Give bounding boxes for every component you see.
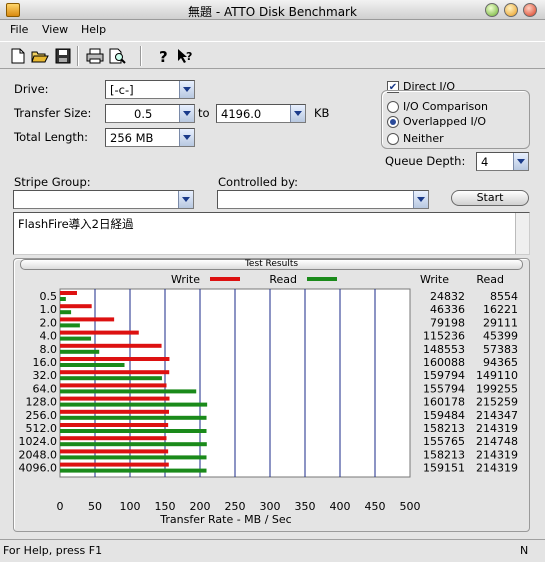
menu-bar: File View Help [0, 21, 545, 39]
toolbar: ? ? [0, 41, 545, 69]
queue-depth-label: Queue Depth: [385, 154, 466, 168]
new-icon[interactable] [8, 46, 28, 66]
chevron-down-icon[interactable] [290, 105, 305, 122]
print-icon[interactable] [85, 46, 105, 66]
to-label: to [198, 106, 210, 120]
total-length-label: Total Length: [14, 130, 89, 144]
status-message: For Help, press F1 [3, 544, 103, 557]
controlled-by-label: Controlled by: [218, 175, 298, 189]
maximize-button[interactable] [504, 3, 518, 17]
description-text: FlashFire導入2日経過 [18, 217, 134, 231]
stripe-group-select[interactable] [13, 190, 194, 209]
transfer-size-from-select[interactable]: 0.5 [105, 104, 195, 123]
close-button[interactable] [523, 3, 537, 17]
kb-label: KB [314, 106, 330, 120]
overlapped-io-radio[interactable]: Overlapped I/O [387, 115, 486, 128]
total-length-select[interactable]: 256 MB [105, 128, 195, 147]
queue-depth-select[interactable]: 4 [476, 152, 529, 171]
menu-help[interactable]: Help [81, 23, 106, 36]
title-bar: 無題 - ATTO Disk Benchmark [0, 0, 545, 20]
status-bar: For Help, press F1 N [0, 539, 545, 562]
description-field[interactable]: FlashFire導入2日経過 [13, 212, 530, 255]
stripe-group-label: Stripe Group: [14, 175, 91, 189]
svg-text:?: ? [186, 50, 192, 63]
svg-text:?: ? [159, 48, 168, 64]
drive-select[interactable]: [-c-] [105, 80, 195, 99]
test-results-panel [13, 258, 530, 532]
chevron-down-icon[interactable] [513, 153, 528, 170]
print-preview-icon[interactable] [108, 46, 128, 66]
description-scrollbar[interactable] [515, 213, 529, 254]
neither-radio[interactable]: Neither [387, 132, 444, 145]
test-results-header: Test Results [20, 259, 523, 270]
help-icon[interactable]: ? [154, 46, 174, 66]
controlled-by-select[interactable] [217, 190, 429, 209]
status-indicator: N [520, 544, 529, 557]
window-title: 無題 - ATTO Disk Benchmark [188, 5, 357, 19]
chevron-down-icon[interactable] [179, 129, 194, 146]
chevron-down-icon[interactable] [178, 191, 193, 208]
start-button[interactable]: Start [451, 190, 529, 206]
save-icon[interactable] [53, 46, 73, 66]
menu-file[interactable]: File [10, 23, 28, 36]
open-icon[interactable] [30, 46, 50, 66]
io-comparison-radio[interactable]: I/O Comparison [387, 100, 488, 113]
chevron-down-icon[interactable] [413, 191, 428, 208]
chevron-down-icon[interactable] [179, 81, 194, 98]
context-help-icon[interactable]: ? [176, 46, 196, 66]
transfer-size-label: Transfer Size: [14, 106, 92, 120]
chevron-down-icon[interactable] [179, 105, 194, 122]
menu-view[interactable]: View [42, 23, 68, 36]
minimize-button[interactable] [485, 3, 499, 17]
transfer-size-to-select[interactable]: 4196.0 [216, 104, 306, 123]
drive-label: Drive: [14, 82, 49, 96]
